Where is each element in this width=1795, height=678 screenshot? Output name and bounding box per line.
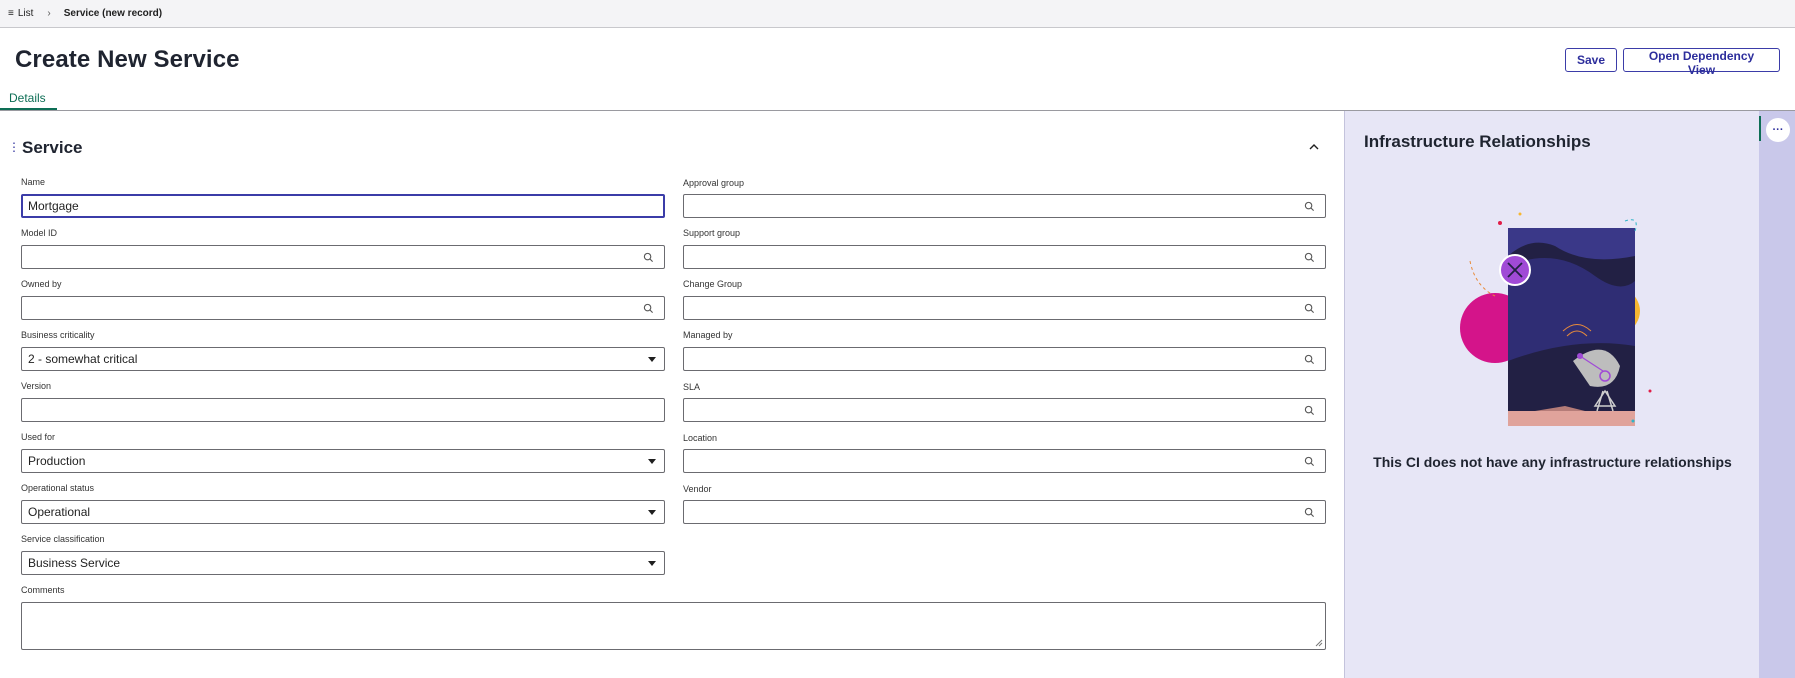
panel-title: Infrastructure Relationships bbox=[1364, 132, 1591, 151]
sla-label: SLA bbox=[683, 382, 701, 392]
side-rail bbox=[1759, 111, 1795, 678]
version-input[interactable] bbox=[21, 398, 665, 422]
change-group-input[interactable] bbox=[683, 296, 1326, 320]
search-icon[interactable] bbox=[1304, 252, 1315, 263]
breadcrumb-list-link[interactable]: ≡ List bbox=[8, 8, 33, 19]
search-icon[interactable] bbox=[1304, 507, 1315, 518]
search-icon[interactable] bbox=[643, 303, 654, 314]
service-classification-select[interactable]: Business Service bbox=[21, 551, 665, 575]
approval-group-label: Approval group bbox=[683, 178, 745, 188]
drag-handle-icon[interactable]: ⋮ bbox=[8, 140, 20, 154]
service-classification-value: Business Service bbox=[28, 556, 121, 570]
operational-status-label: Operational status bbox=[21, 483, 95, 493]
search-icon[interactable] bbox=[643, 252, 654, 263]
name-label: Name bbox=[21, 177, 46, 187]
chevron-right-icon: › bbox=[47, 8, 51, 19]
vendor-input[interactable] bbox=[683, 500, 1326, 524]
empty-state-illustration bbox=[1460, 212, 1652, 426]
vendor-label: Vendor bbox=[683, 484, 712, 494]
resize-handle-icon[interactable] bbox=[1315, 639, 1323, 647]
comments-textarea[interactable] bbox=[21, 602, 1326, 650]
used-for-value: Production bbox=[28, 454, 86, 468]
section-title: Service bbox=[22, 138, 83, 157]
save-button[interactable]: Save bbox=[1565, 48, 1617, 72]
model-id-label: Model ID bbox=[21, 228, 58, 238]
caret-down-icon bbox=[648, 458, 656, 464]
search-icon[interactable] bbox=[1304, 405, 1315, 416]
tab-details[interactable]: Details bbox=[9, 91, 46, 105]
comments-label: Comments bbox=[21, 585, 65, 595]
support-group-label: Support group bbox=[683, 228, 741, 238]
breadcrumb-list-label: List bbox=[17, 8, 34, 19]
approval-group-input[interactable] bbox=[683, 194, 1326, 218]
search-icon[interactable] bbox=[1304, 303, 1315, 314]
location-label: Location bbox=[683, 433, 718, 443]
list-icon: ≡ bbox=[8, 8, 14, 19]
owned-by-label: Owned by bbox=[21, 279, 62, 289]
change-group-label: Change Group bbox=[683, 279, 743, 289]
version-label: Version bbox=[21, 381, 52, 391]
support-group-input[interactable] bbox=[683, 245, 1326, 269]
search-icon[interactable] bbox=[1304, 201, 1315, 212]
used-for-label: Used for bbox=[21, 432, 56, 442]
location-input[interactable] bbox=[683, 449, 1326, 473]
page-title: Create New Service bbox=[15, 46, 240, 73]
managed-by-label: Managed by bbox=[683, 330, 733, 340]
search-icon[interactable] bbox=[1304, 354, 1315, 365]
caret-down-icon bbox=[648, 560, 656, 566]
search-icon[interactable] bbox=[1304, 456, 1315, 467]
sla-input[interactable] bbox=[683, 398, 1326, 422]
business-criticality-value: 2 - somewhat critical bbox=[28, 352, 138, 366]
owned-by-input[interactable] bbox=[21, 296, 665, 320]
service-classification-label: Service classification bbox=[21, 534, 105, 544]
rail-active-indicator bbox=[1759, 116, 1761, 141]
empty-state-message: This CI does not have any infrastructure… bbox=[1373, 454, 1732, 470]
chevron-up-icon[interactable] bbox=[1308, 141, 1320, 153]
breadcrumb-current: Service (new record) bbox=[63, 8, 163, 19]
managed-by-input[interactable] bbox=[683, 347, 1326, 371]
name-value: Mortgage bbox=[28, 199, 79, 213]
business-criticality-label: Business criticality bbox=[21, 330, 95, 340]
caret-down-icon bbox=[648, 356, 656, 362]
breadcrumb: ≡ List › Service (new record) bbox=[0, 0, 1795, 28]
ellipsis-icon[interactable]: ··· bbox=[1766, 118, 1790, 142]
operational-status-value: Operational bbox=[28, 505, 91, 519]
name-input[interactable]: Mortgage bbox=[21, 194, 665, 218]
infrastructure-relationships-panel: Infrastructure Relationships This CI doe… bbox=[1344, 111, 1759, 678]
model-id-input[interactable] bbox=[21, 245, 665, 269]
caret-down-icon bbox=[648, 509, 656, 515]
operational-status-select[interactable]: Operational bbox=[21, 500, 665, 524]
used-for-select[interactable]: Production bbox=[21, 449, 665, 473]
open-dependency-view-button[interactable]: Open Dependency View bbox=[1623, 48, 1780, 77]
business-criticality-select[interactable]: 2 - somewhat critical bbox=[21, 347, 665, 371]
